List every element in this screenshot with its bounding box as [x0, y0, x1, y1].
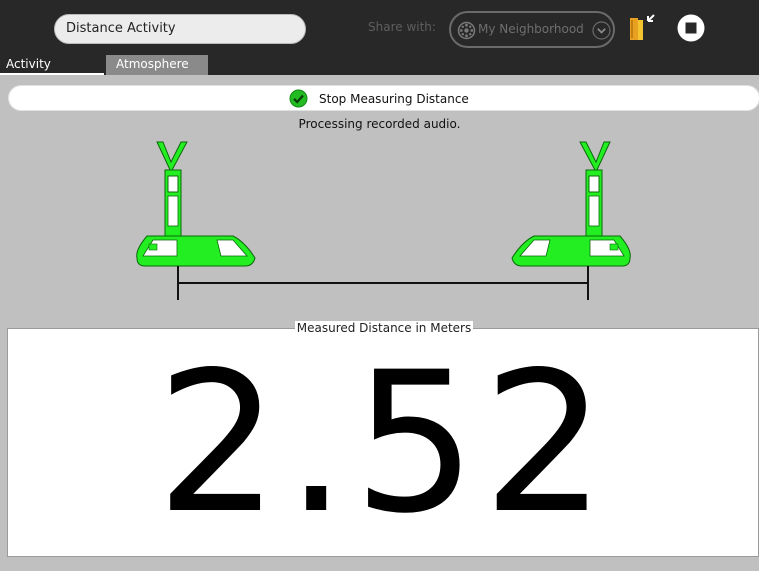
neighborhood-icon — [457, 21, 476, 40]
share-with-select[interactable]: My Neighborhood — [449, 11, 615, 48]
measured-distance-panel: Measured Distance in Meters 2.52 — [7, 321, 759, 557]
share-with-label: Share with: — [368, 20, 436, 34]
tab-atmosphere[interactable]: Atmosphere — [106, 55, 208, 75]
chevron-down-icon — [592, 21, 611, 40]
stop-measuring-label: Stop Measuring Distance — [319, 92, 469, 106]
stop-measuring-button[interactable]: Stop Measuring Distance — [8, 85, 759, 111]
activity-title-input[interactable]: Distance Activity — [54, 14, 306, 44]
activity-window: Distance Activity Share with: My Neighbo… — [0, 0, 759, 571]
activity-toolbar: Distance Activity Share with: My Neighbo… — [0, 0, 759, 55]
processing-status: Processing recorded audio. — [298, 117, 461, 131]
tab-activity[interactable]: Activity — [0, 55, 104, 75]
laptop-left-icon — [136, 141, 256, 267]
share-selected-value: My Neighborhood — [478, 22, 584, 36]
laptop-right-icon — [511, 141, 631, 267]
measured-distance-value: 2.52 — [156, 330, 612, 556]
tab-bar: Activity Atmosphere — [0, 55, 759, 75]
checkmark-icon — [289, 89, 308, 108]
bottom-strip — [0, 557, 759, 571]
keep-journal-icon[interactable] — [626, 10, 660, 44]
stop-icon[interactable] — [676, 13, 706, 43]
distance-indicator-line — [177, 266, 589, 300]
